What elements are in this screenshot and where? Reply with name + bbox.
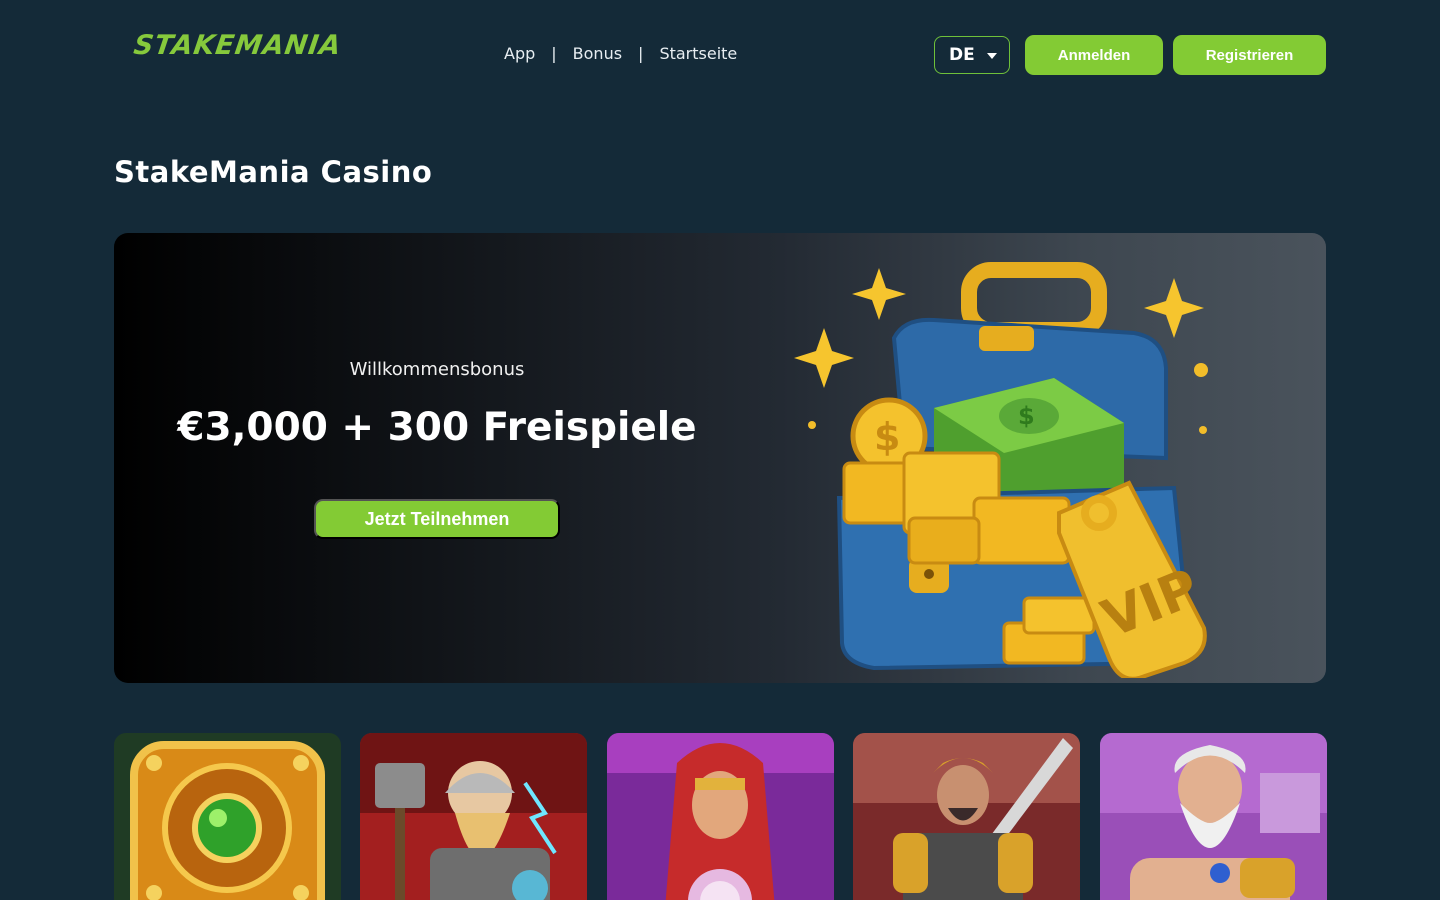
zeus-olympus-slot-icon: [1100, 733, 1327, 900]
caret-down-icon: [987, 53, 997, 59]
login-button[interactable]: Anmelden: [1025, 35, 1163, 75]
site-header: STAKEMANIA App | Bonus | Startseite DE A…: [0, 0, 1440, 110]
game-tile[interactable]: [360, 733, 587, 900]
fortune-teller-slot-icon: [607, 733, 834, 900]
game-tile[interactable]: [607, 733, 834, 900]
game-tile[interactable]: [1100, 733, 1327, 900]
nav-link-app[interactable]: App: [504, 44, 535, 63]
page-title: StakeMania Casino: [114, 155, 433, 189]
game-tiles: [114, 733, 1327, 900]
language-code: DE: [949, 45, 975, 65]
game-tile[interactable]: [853, 733, 1080, 900]
welcome-bonus-banner: Willkommensbonus €3,000 + 300 Freispiele…: [114, 233, 1326, 683]
nav-link-startseite[interactable]: Startseite: [659, 44, 737, 63]
svg-text:$: $: [874, 415, 900, 459]
language-selector[interactable]: DE: [934, 36, 1010, 74]
main-nav: App | Bonus | Startseite: [504, 44, 737, 63]
game-tile[interactable]: [114, 733, 341, 900]
bonus-subtitle: Willkommensbonus: [349, 359, 525, 380]
join-now-button[interactable]: Jetzt Teilnehmen: [314, 499, 560, 539]
nav-separator: |: [638, 44, 644, 63]
viking-thunder-slot-icon: [360, 733, 587, 900]
green-gem-slot-icon: [114, 733, 341, 900]
warrior-sword-slot-icon: [853, 733, 1080, 900]
svg-text:$: $: [1018, 402, 1035, 430]
bonus-headline: €3,000 + 300 Freispiele: [177, 405, 697, 450]
vip-treasure-chest-icon: $ $ VIP: [794, 262, 1208, 678]
nav-link-bonus[interactable]: Bonus: [573, 44, 622, 63]
nav-separator: |: [551, 44, 557, 63]
stakemania-logo[interactable]: STAKEMANIA: [132, 30, 344, 61]
register-button[interactable]: Registrieren: [1173, 35, 1326, 75]
